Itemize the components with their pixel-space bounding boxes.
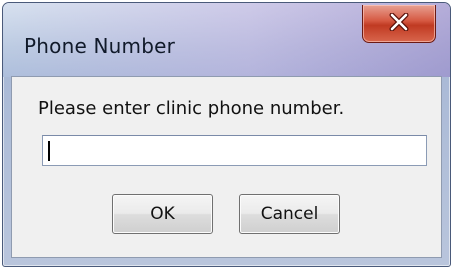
text-caret: [48, 141, 50, 161]
phone-number-input[interactable]: [42, 135, 427, 166]
ok-button[interactable]: OK: [112, 194, 213, 234]
dialog-window: Phone Number Please enter clinic phone n…: [2, 2, 451, 267]
close-button[interactable]: [362, 5, 436, 43]
dialog-body: Please enter clinic phone number. OK Can…: [11, 76, 442, 258]
title-bar[interactable]: Phone Number: [3, 3, 450, 77]
prompt-label: Please enter clinic phone number.: [38, 98, 345, 119]
close-icon: [388, 12, 410, 35]
dialog-title: Phone Number: [24, 34, 176, 58]
cancel-button[interactable]: Cancel: [239, 194, 340, 234]
